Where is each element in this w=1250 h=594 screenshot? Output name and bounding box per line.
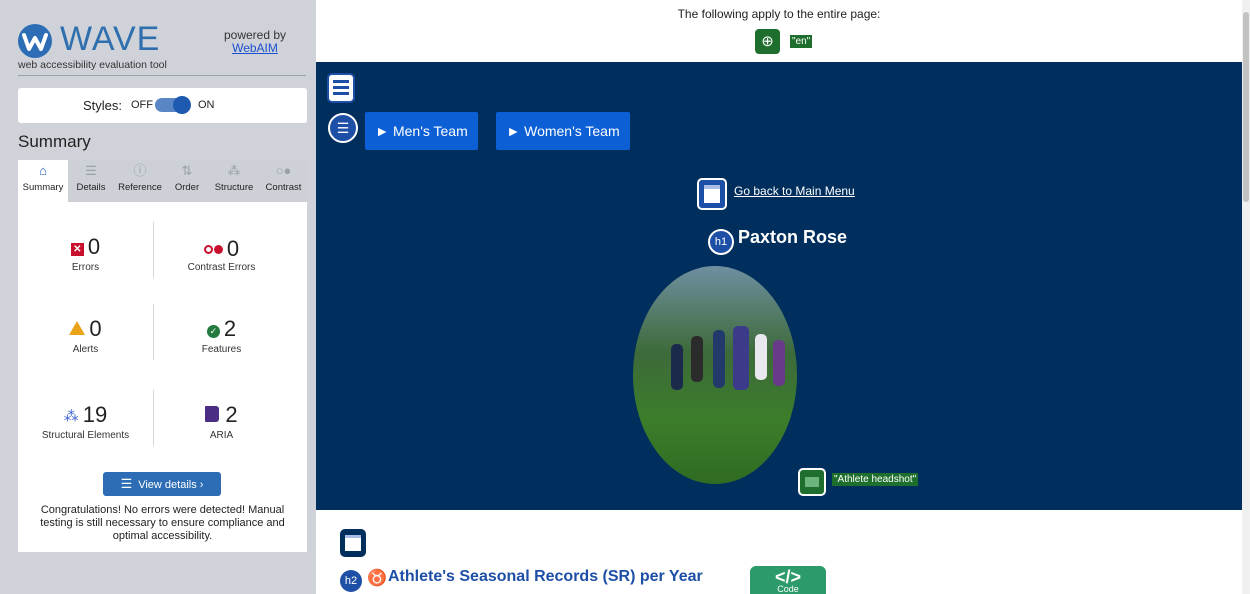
contrast-errors-count: 0 — [226, 236, 240, 261]
styles-on-label: ON — [198, 99, 215, 111]
view-details-label: View details › — [138, 479, 204, 491]
back-to-main-menu-link[interactable]: Go back to Main Menu — [734, 184, 855, 198]
aria-count: 2 — [225, 402, 238, 427]
contrast-errors-label: Contrast Errors — [187, 262, 256, 273]
image-alt-text-tag: "Athlete headshot" — [832, 473, 919, 486]
tab-details-label: Details — [76, 182, 106, 193]
aria-label: ARIA — [209, 430, 234, 441]
wave-app: WAVE web accessibility evaluation tool p… — [0, 0, 1250, 594]
info-icon: ⓘ — [133, 163, 147, 178]
toggle-knob — [173, 96, 191, 114]
tab-reference-label: Reference — [118, 182, 162, 193]
contrast-error-icon — [203, 234, 223, 260]
womens-team-button[interactable]: ► Women's Team — [496, 112, 630, 150]
page-wide-notice: The following apply to the entire page: — [677, 7, 881, 21]
tab-summary[interactable]: ⌂ Summary — [18, 160, 68, 202]
link-region-icon[interactable] — [697, 178, 727, 210]
styles-toggle-box: Styles: OFF ON — [18, 88, 307, 123]
wave-tagline: web accessibility evaluation tool — [18, 59, 167, 71]
stat-alerts[interactable]: 0 Alerts — [18, 316, 153, 355]
error-icon: ✕ — [70, 243, 84, 256]
contrast-icon: ○● — [275, 163, 292, 178]
feature-check-icon: ✓ — [206, 325, 220, 338]
tab-contrast[interactable]: ○● Contrast — [260, 160, 307, 202]
stat-features[interactable]: ✓ 2 Features — [154, 316, 289, 355]
features-count: 2 — [223, 316, 237, 341]
wave-logo-text: WAVE — [60, 20, 161, 58]
wave-logo-icon — [18, 24, 52, 58]
errors-count: 0 — [87, 234, 101, 259]
summary-heading: Summary — [18, 132, 91, 151]
congrats-message: Congratulations! No errors were detected… — [40, 504, 285, 542]
language-globe-icon[interactable]: ⊕ — [755, 29, 780, 54]
brand-divider — [18, 75, 306, 76]
view-details-button[interactable]: ☰ View details › — [103, 472, 221, 496]
stat-contrast-errors[interactable]: 0 Contrast Errors — [154, 234, 289, 273]
stat-aria[interactable]: 2 ARIA — [154, 402, 289, 441]
tab-order[interactable]: ⇅ Order — [166, 160, 208, 202]
webaim-link[interactable]: WebAIM — [232, 41, 278, 55]
alert-icon — [69, 321, 86, 335]
tab-order-label: Order — [174, 182, 200, 193]
structural-count: 19 — [82, 402, 108, 427]
tab-structure[interactable]: ⁂ Structure — [208, 160, 260, 202]
navigation-icon[interactable]: ☰ — [328, 113, 358, 143]
features-label: Features — [201, 344, 242, 355]
list-icon: ☰ — [120, 476, 133, 491]
structure-icon: ⁂ — [227, 163, 241, 178]
evaluated-page: The following apply to the entire page: … — [316, 0, 1250, 594]
mens-team-button[interactable]: ► Men's Team — [365, 112, 478, 150]
order-icon: ⇅ — [181, 163, 193, 178]
structure-icon: ⁂ — [63, 408, 79, 425]
styles-label: Styles: — [83, 98, 123, 113]
section-region-icon[interactable] — [340, 529, 366, 557]
powered-by: powered by WebAIM — [210, 29, 300, 55]
code-label: Code — [777, 584, 799, 594]
tab-structure-label: Structure — [214, 182, 254, 193]
home-icon: ⌂ — [39, 163, 47, 178]
summary-panel: ✕ 0 Errors 0 Contrast Errors 0 Alerts ✓ 2 … — [18, 202, 307, 552]
header-region-icon[interactable] — [327, 73, 355, 103]
page-header-band: ☰ ► Men's Team ► Women's Team Go back to… — [316, 62, 1242, 510]
image-alt-icon[interactable] — [798, 468, 826, 496]
tab-reference[interactable]: ⓘ Reference — [114, 160, 166, 202]
structural-label: Structural Elements — [41, 430, 130, 441]
athlete-photo — [633, 266, 797, 484]
seasonal-records-heading: Athlete's Seasonal Records (SR) per Year — [388, 568, 703, 585]
wave-brand-header: WAVE web accessibility evaluation tool p… — [0, 0, 316, 76]
h2-heading-icon[interactable]: h2 — [340, 570, 362, 592]
panel-tabs: ⌂ Summary ☰ Details ⓘ Reference ⇅ Order … — [18, 160, 307, 202]
styles-toggle-switch[interactable] — [155, 96, 191, 114]
h1-heading-icon[interactable]: h1 — [708, 229, 734, 255]
alerts-count: 0 — [89, 316, 102, 341]
wave-sidebar: WAVE web accessibility evaluation tool p… — [0, 0, 316, 594]
list-icon: ☰ — [85, 163, 97, 178]
code-view-button[interactable]: </> Code — [750, 566, 826, 594]
scrollbar-thumb[interactable] — [1243, 12, 1249, 202]
styles-off-label: OFF — [131, 99, 153, 111]
medal-icon: ♉ — [367, 570, 387, 587]
language-tag: "en" — [790, 35, 813, 48]
alerts-label: Alerts — [72, 344, 99, 355]
tab-details[interactable]: ☰ Details — [68, 160, 114, 202]
errors-label: Errors — [71, 262, 100, 273]
aria-icon — [205, 406, 220, 422]
athlete-name-heading: Paxton Rose — [738, 227, 848, 247]
tab-summary-label: Summary — [22, 182, 64, 193]
page-scrollbar[interactable] — [1242, 0, 1250, 594]
tab-contrast-label: Contrast — [265, 182, 302, 193]
stat-errors[interactable]: ✕ 0 Errors — [18, 234, 153, 273]
stat-structural[interactable]: ⁂ 19 Structural Elements — [18, 402, 153, 441]
